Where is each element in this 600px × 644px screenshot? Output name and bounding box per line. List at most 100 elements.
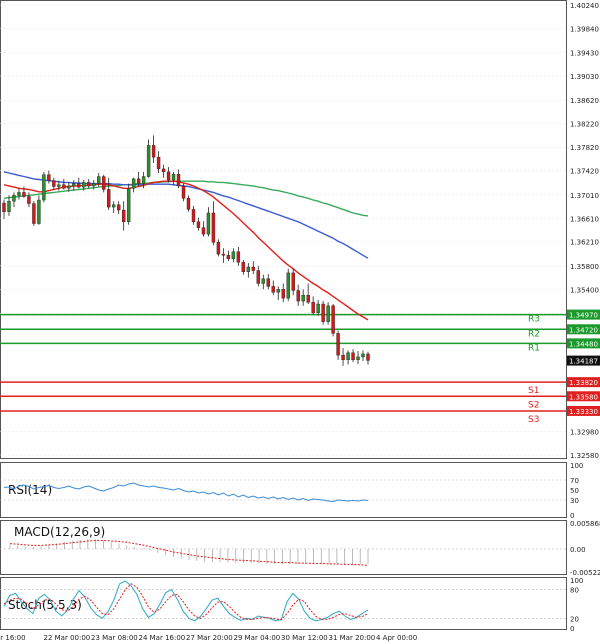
candle-body bbox=[166, 171, 171, 181]
forex-chart: 1.40240 1.39840 1.39430 1.39030 1.38620 1.382… bbox=[0, 0, 600, 642]
candle-body bbox=[331, 305, 335, 334]
candle-body bbox=[256, 270, 260, 284]
candle-body bbox=[22, 192, 26, 197]
candle-body bbox=[136, 178, 141, 184]
candle-body bbox=[221, 253, 226, 256]
price-tick-label: 1.37010 bbox=[570, 192, 599, 200]
candle-body bbox=[296, 290, 300, 302]
stoch-tick-label: 0 bbox=[570, 625, 574, 633]
time-tick-label: 24 Mar 16:00 bbox=[139, 634, 186, 642]
candle-body bbox=[52, 180, 56, 187]
candle-body bbox=[186, 198, 191, 210]
rsi-title: RSI(14) bbox=[8, 483, 52, 497]
candlesticks bbox=[2, 135, 370, 366]
candle-body bbox=[366, 353, 370, 361]
level-price-label: 1.34970 bbox=[569, 312, 598, 320]
candle-body bbox=[72, 183, 76, 187]
stoch-tick-label: 20 bbox=[570, 615, 579, 623]
price-tick-label: 1.40240 bbox=[570, 2, 599, 10]
level-name-s2: S2 bbox=[528, 400, 539, 410]
candle-body bbox=[241, 262, 246, 272]
candle-body bbox=[112, 204, 116, 208]
price-tick-label: 1.36210 bbox=[570, 239, 599, 247]
level-price-label: 1.34720 bbox=[569, 326, 598, 334]
rsi-tick-label: 70 bbox=[570, 477, 579, 485]
candle-body bbox=[102, 176, 106, 190]
time-tick-label: ar 16:00 bbox=[0, 634, 26, 642]
candle-body bbox=[171, 173, 176, 181]
time-tick-label: 23 Mar 08:00 bbox=[91, 634, 138, 642]
candle-body bbox=[126, 188, 131, 222]
candle-body bbox=[231, 251, 236, 259]
candle-body bbox=[2, 202, 6, 212]
candle-body bbox=[161, 168, 166, 173]
time-axis: ar 16:00 22 Mar 00:0023 Mar 08:0024 Mar 1… bbox=[0, 634, 417, 642]
candle-body bbox=[361, 353, 365, 358]
price-tick-label: 1.39030 bbox=[570, 73, 599, 81]
rsi-line bbox=[3, 482, 369, 503]
candle-body bbox=[7, 201, 11, 212]
candle-body bbox=[351, 352, 355, 361]
candle-body bbox=[87, 182, 91, 187]
candle-body bbox=[181, 185, 186, 199]
price-tick-label: 1.32580 bbox=[570, 452, 599, 460]
candle-body bbox=[246, 266, 251, 272]
candle-body bbox=[121, 209, 126, 222]
level-name-r1: R1 bbox=[528, 343, 540, 353]
stoch-panel-frame bbox=[0, 577, 567, 630]
candle-body bbox=[266, 278, 270, 287]
candle-body bbox=[316, 303, 320, 314]
time-tick-label: 29 Mar 04:00 bbox=[234, 634, 281, 642]
candle-body bbox=[236, 251, 241, 263]
level-name-r2: R2 bbox=[528, 329, 540, 339]
rsi-tick-label: 100 bbox=[570, 462, 583, 470]
time-tick-label: 4 Apr 00:00 bbox=[376, 634, 417, 642]
candle-body bbox=[286, 272, 290, 299]
macd-tick-label: 0.005868 bbox=[570, 520, 600, 528]
candle-body bbox=[176, 173, 181, 187]
price-tick-label: 1.39430 bbox=[570, 50, 599, 58]
price-tick-label: 1.37820 bbox=[570, 144, 599, 152]
candle-body bbox=[346, 352, 350, 361]
candle-body bbox=[92, 183, 96, 187]
candle-body bbox=[341, 354, 345, 361]
candle-body bbox=[57, 184, 61, 187]
candle-body bbox=[291, 272, 295, 291]
candle-body bbox=[146, 145, 151, 177]
candle-body bbox=[211, 212, 216, 243]
level-price-label: 1.33580 bbox=[569, 393, 598, 401]
candle-body bbox=[216, 242, 221, 255]
rsi-tick-label: 0 bbox=[570, 512, 574, 520]
candle-body bbox=[306, 295, 310, 303]
price-tick-label: 1.39840 bbox=[570, 25, 599, 33]
candle-body bbox=[326, 305, 330, 322]
time-tick-label: 30 Mar 12:00 bbox=[281, 634, 328, 642]
candle-body bbox=[42, 174, 46, 201]
candle-body bbox=[201, 227, 206, 235]
pivot-levels: R3 1.34970 R2 1.34720 R1 1.34480 S1 1.33820 S2 1.… bbox=[0, 309, 600, 425]
price-tick-label: 1.35800 bbox=[570, 263, 599, 271]
candle-body bbox=[116, 204, 121, 211]
candle-body bbox=[226, 255, 231, 259]
price-tick-label: 1.32980 bbox=[570, 429, 599, 437]
candle-body bbox=[156, 156, 161, 170]
candle-body bbox=[12, 195, 16, 202]
level-price-label: 1.33330 bbox=[569, 408, 598, 416]
price-tick-label: 1.35400 bbox=[570, 286, 599, 294]
level-name-r3: R3 bbox=[528, 315, 540, 325]
candle-body bbox=[251, 266, 256, 271]
candle-body bbox=[37, 199, 41, 224]
candle-body bbox=[67, 185, 71, 189]
candle-body bbox=[311, 302, 315, 314]
candle-body bbox=[206, 212, 211, 235]
candle-body bbox=[151, 145, 156, 158]
candle-body bbox=[27, 196, 31, 204]
price-panel-frame bbox=[0, 0, 567, 459]
candle-body bbox=[191, 209, 196, 222]
candle-body bbox=[321, 303, 325, 322]
candle-body bbox=[17, 192, 21, 196]
candle-body bbox=[131, 178, 136, 189]
candle-body bbox=[336, 333, 340, 356]
stoch-panel: 100 80 20 0 bbox=[0, 577, 583, 633]
time-tick-label: 27 Mar 20:00 bbox=[186, 634, 233, 642]
